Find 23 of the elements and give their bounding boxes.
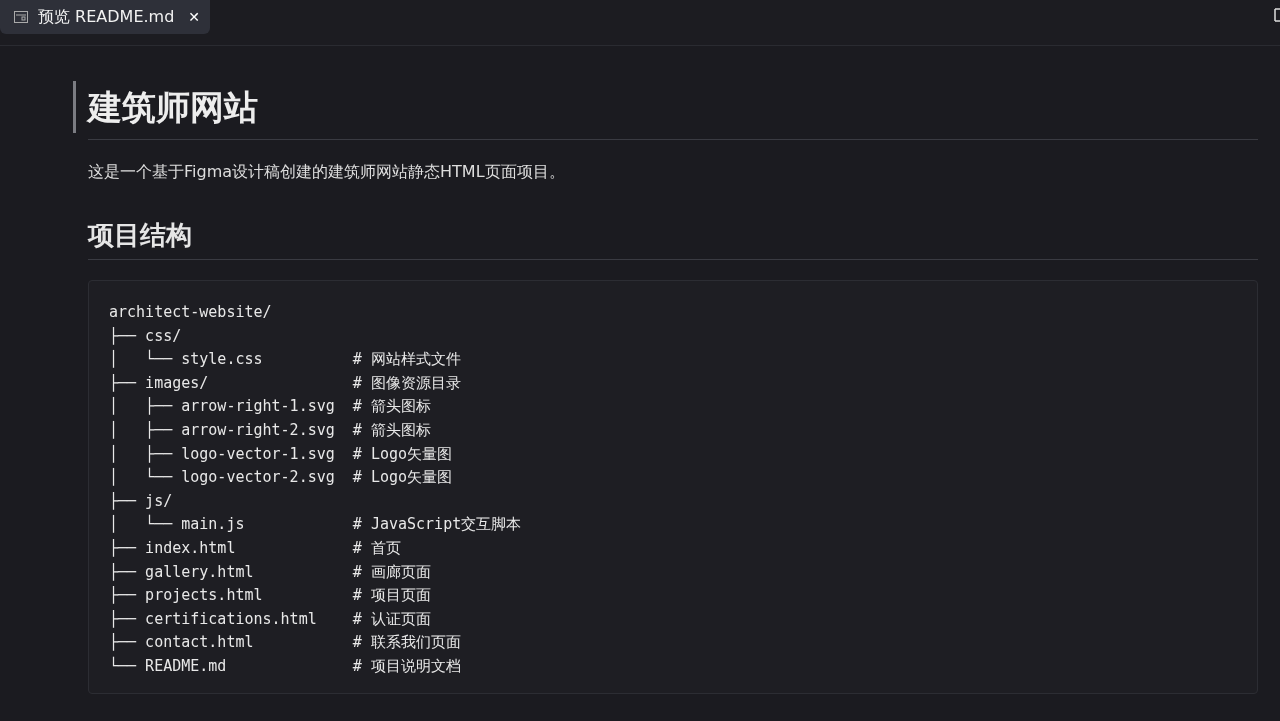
code-line: ├── index.html # 首页: [109, 537, 401, 559]
code-line: │ └── logo-vector-2.svg # Logo矢量图: [109, 466, 452, 489]
code-line: │ ├── logo-vector-1.svg # Logo矢量图: [109, 443, 452, 465]
preview-icon: [14, 11, 28, 23]
document-title: 建筑师网站: [88, 86, 259, 129]
code-line: ├── gallery.html # 画廊页面: [109, 561, 431, 583]
code-line: ├── css/: [109, 325, 182, 347]
toolbar-icon[interactable]: [1274, 8, 1280, 22]
preview-tab[interactable]: 预览 README.md ✕: [0, 0, 211, 34]
code-line: │ └── main.js # JavaScript交互脚本: [109, 513, 522, 536]
code-line: ├── js/: [109, 490, 173, 512]
code-line: ├── images/ # 图像资源目录: [109, 372, 461, 394]
code-line: ├── contact.html # 联系我们页面: [109, 632, 461, 654]
code-line: │ ├── arrow-right-2.svg # 箭头图标: [109, 419, 431, 441]
code-line: │ └── style.css # 网站样式文件: [109, 348, 461, 371]
close-button[interactable]: ✕: [188, 9, 201, 25]
code-line: │ ├── arrow-right-1.svg # 箭头图标: [109, 396, 431, 418]
section-heading: 项目结构: [88, 217, 1258, 260]
code-line: └── README.md # 项目说明文档: [109, 655, 461, 677]
code-line: ├── certifications.html # 认证页面: [109, 608, 431, 630]
intro-text: 这是一个基于Figma设计稿创建的建筑师网站静态HTML页面项目。: [88, 162, 566, 183]
code-line: ├── projects.html # 项目页面: [109, 585, 431, 607]
code-line: architect-website/: [109, 302, 272, 323]
